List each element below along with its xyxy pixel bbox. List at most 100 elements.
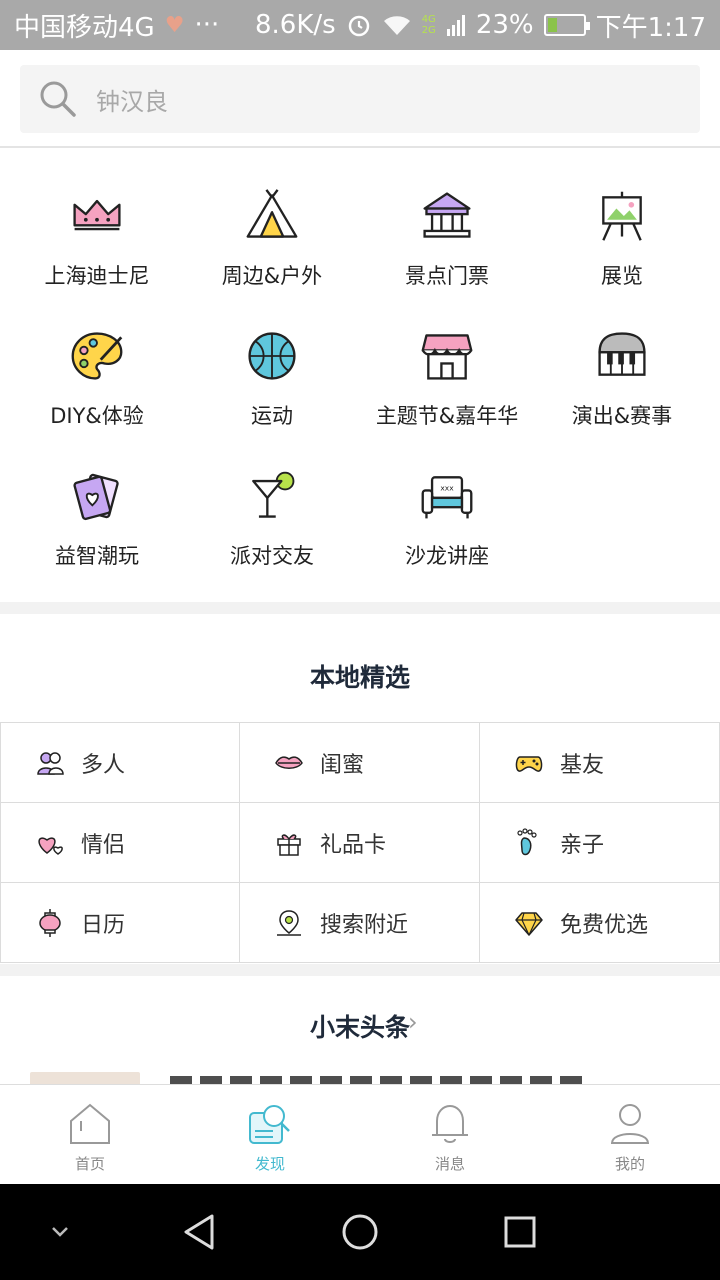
back-icon[interactable] (170, 1184, 230, 1280)
discover-icon (249, 1105, 290, 1144)
category-label: 景点门票 (405, 264, 489, 288)
local-picks-section: 本地精选 多人 闺蜜 基友 情侣 礼品卡 亲子 日历 搜索附近 免费优选 (0, 614, 720, 964)
battery-icon (543, 14, 590, 36)
category-label: 运动 (251, 404, 293, 428)
more-notifications-icon: ··· (194, 10, 220, 40)
tab-profile[interactable]: 我的 (540, 1085, 720, 1185)
category-label: 周边&户外 (221, 264, 323, 288)
category-puzzle[interactable]: 益智潮玩 (7, 430, 187, 570)
wifi-icon (382, 13, 412, 37)
pick-label: 多人 (81, 752, 126, 778)
pick-label: 搜索附近 (320, 912, 409, 938)
pick-label: 免费优选 (560, 912, 649, 938)
alarm-icon (346, 12, 372, 38)
pick-family[interactable]: 亲子 (480, 803, 720, 883)
recents-icon[interactable] (490, 1184, 550, 1280)
tab-label: 发现 (254, 1155, 285, 1173)
battery-level (547, 18, 558, 32)
search-icon (40, 81, 76, 117)
chevron-right-icon[interactable]: › (408, 1008, 418, 1036)
hearts-icon (38, 836, 63, 855)
category-label: 沙龙讲座 (405, 544, 489, 568)
pick-label: 情侣 (81, 832, 126, 858)
people-icon (37, 751, 64, 775)
category-label: 上海迪士尼 (44, 264, 150, 288)
pick-label: 日历 (81, 912, 126, 938)
pick-couples[interactable]: 情侣 (0, 803, 240, 883)
tab-label: 消息 (434, 1155, 465, 1173)
pick-nearby[interactable]: 搜索附近 (240, 883, 480, 963)
footprint-icon (517, 827, 537, 855)
section-divider (0, 964, 720, 976)
pick-label: 礼品卡 (320, 832, 387, 858)
cocktail-icon (252, 471, 295, 518)
network-4g-label: 4G (421, 14, 436, 25)
category-label: 派对交友 (230, 544, 314, 568)
category-disney[interactable]: 上海迪士尼 (7, 150, 187, 290)
easel-icon (602, 191, 642, 241)
pick-label: 亲子 (560, 832, 605, 858)
tent-icon (246, 189, 298, 238)
gamepad-icon (515, 755, 543, 772)
home-icon (70, 1103, 110, 1144)
category-sports[interactable]: 运动 (182, 290, 362, 430)
pick-label: 基友 (560, 752, 605, 778)
category-party[interactable]: 派对交友 (182, 430, 362, 570)
pick-gift-card[interactable]: 礼品卡 (240, 803, 480, 883)
pick-calendar[interactable]: 日历 (0, 883, 240, 963)
tab-discover[interactable]: 发现 (180, 1085, 360, 1185)
search-bar: 钟汉良 (0, 50, 720, 148)
carrier-label: 中国移动4G (14, 12, 155, 43)
section-title: 本地精选 (309, 663, 410, 692)
network-speed: 8.6K/s (254, 10, 336, 40)
pick-group[interactable]: 多人 (0, 723, 240, 803)
category-label: 展览 (601, 264, 643, 288)
category-label: 主题节&嘉年华 (375, 404, 519, 428)
tab-label: 我的 (614, 1155, 645, 1173)
pick-buddies[interactable]: 基友 (480, 723, 720, 803)
category-grid: 上海迪士尼 周边&户外 景点门票 展览 DIY&体验 运动 主题节&嘉年华 演出… (0, 150, 720, 602)
article-thumbnail[interactable] (30, 1072, 140, 1084)
pick-besties[interactable]: 闺蜜 (240, 723, 480, 803)
user-icon (610, 1104, 650, 1144)
home-button-icon[interactable] (330, 1184, 390, 1280)
sofa-icon: xxx (421, 476, 473, 519)
signal-icon: 4G 2G (422, 14, 436, 36)
tab-messages[interactable]: 消息 (360, 1085, 540, 1185)
location-icon (277, 909, 301, 936)
palette-icon (71, 332, 123, 380)
stall-icon (421, 334, 473, 380)
nav-hide-icon[interactable] (30, 1184, 90, 1280)
piano-icon (598, 332, 646, 376)
category-diy[interactable]: DIY&体验 (7, 290, 187, 430)
pick-free[interactable]: 免费优选 (480, 883, 720, 963)
category-exhibition[interactable]: 展览 (532, 150, 712, 290)
cards-icon (73, 473, 119, 521)
crown-icon (73, 199, 121, 231)
tab-label: 首页 (74, 1155, 105, 1173)
status-bar: 中国移动4G ♥ ··· 8.6K/s 4G 2G 23% 下午1:17 (0, 0, 720, 50)
gift-icon (277, 833, 301, 856)
heart-icon: ♥ (164, 12, 185, 38)
article-title[interactable] (170, 1076, 590, 1084)
category-label: 益智潮玩 (55, 544, 139, 568)
svg-text:xxx: xxx (440, 483, 454, 492)
headlines-section: 小末头条 › (0, 976, 720, 1084)
lips-icon (275, 755, 303, 769)
system-nav-bar (0, 1184, 720, 1280)
category-label: 演出&赛事 (571, 404, 673, 428)
search-input[interactable]: 钟汉良 (20, 65, 700, 133)
bottom-tab-bar: 首页 发现 消息 我的 (0, 1084, 720, 1184)
signal-bars-icon (446, 13, 466, 37)
battery-percent: 23% (475, 10, 534, 40)
category-shows[interactable]: 演出&赛事 (532, 290, 712, 430)
tab-home[interactable]: 首页 (0, 1085, 180, 1185)
category-festival[interactable]: 主题节&嘉年华 (357, 290, 537, 430)
category-tickets[interactable]: 景点门票 (357, 150, 537, 290)
category-salon[interactable]: xxx 沙龙讲座 (357, 430, 537, 570)
headlines-title[interactable]: 小末头条 (0, 1008, 720, 1044)
category-outdoor[interactable]: 周边&户外 (182, 150, 362, 290)
clock: 下午1:17 (595, 12, 706, 43)
local-picks-grid: 多人 闺蜜 基友 情侣 礼品卡 亲子 日历 搜索附近 免费优选 (0, 722, 720, 963)
pick-label: 闺蜜 (320, 752, 365, 778)
